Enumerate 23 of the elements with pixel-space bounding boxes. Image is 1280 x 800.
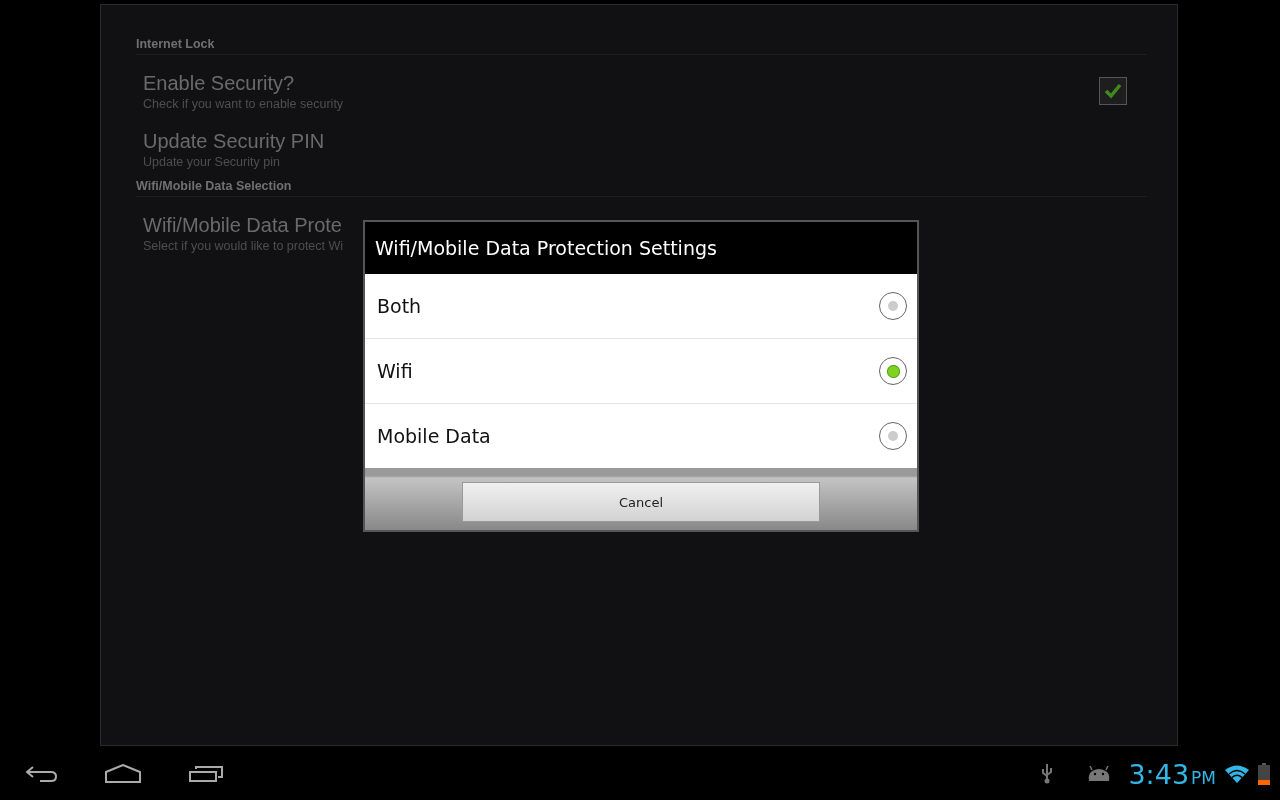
radio-button[interactable] (879, 422, 907, 450)
checkbox[interactable] (1099, 77, 1127, 105)
setting-summary: Check if you want to enable security (143, 96, 344, 111)
battery-icon (1258, 763, 1270, 785)
category-header: Internet Lock (136, 37, 216, 53)
usb-icon (1040, 763, 1055, 785)
category-header: Wifi/Mobile Data Selection (136, 179, 293, 195)
home-icon[interactable] (104, 764, 142, 784)
cancel-button[interactable]: Cancel (462, 482, 820, 522)
option-label: Wifi (377, 360, 413, 382)
clock-am-pm[interactable]: PM (1191, 767, 1216, 788)
clock-time[interactable]: 3:43 (1128, 758, 1190, 790)
checkmark-icon (1104, 83, 1122, 99)
setting-summary: Update your Security pin (143, 154, 281, 169)
setting-summary: Select if you would like to protect Wi (143, 238, 344, 253)
option-label: Both (377, 295, 422, 317)
radio-button[interactable] (879, 357, 907, 385)
wifi-icon (1224, 764, 1250, 784)
option-label: Mobile Data (377, 425, 491, 447)
recent-apps-icon[interactable] (188, 765, 224, 783)
back-icon[interactable] (24, 765, 58, 783)
dialog-title: Wifi/Mobile Data Protection Settings (365, 222, 917, 274)
radio-button[interactable] (879, 292, 907, 320)
